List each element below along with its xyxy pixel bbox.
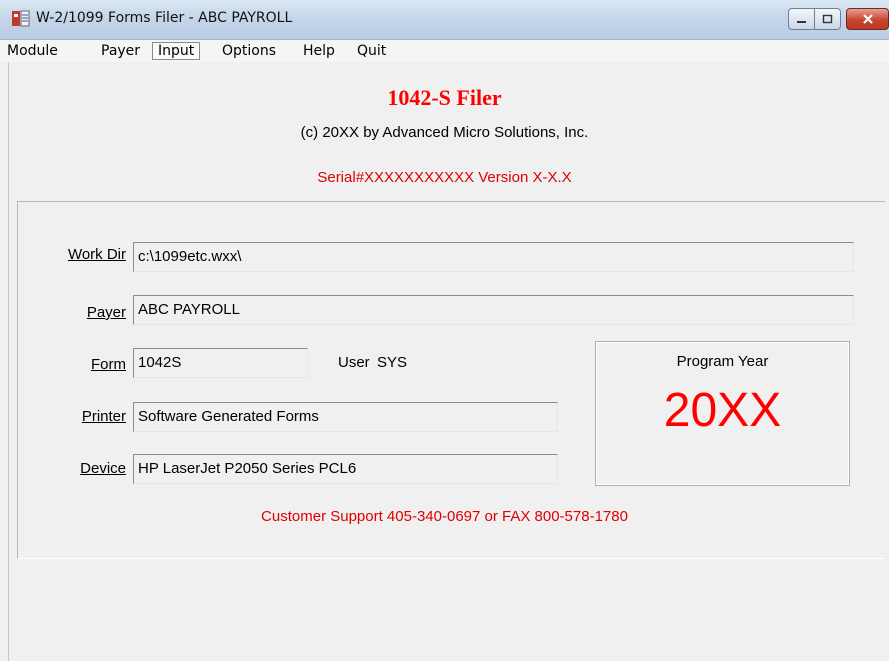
menu-module[interactable]: Module <box>2 42 63 60</box>
copyright-text: (c) 20XX by Advanced Micro Solutions, In… <box>300 124 589 141</box>
form-field[interactable]: 1042S <box>133 348 308 378</box>
program-year-value: 20XX <box>663 384 782 437</box>
menu-quit[interactable]: Quit <box>352 42 391 60</box>
device-label[interactable]: Device <box>46 460 126 477</box>
maximize-button[interactable] <box>814 8 841 30</box>
maximize-icon <box>822 14 833 23</box>
user-value: SYS <box>377 354 408 371</box>
menu-payer[interactable]: Payer <box>96 42 145 60</box>
program-year-label: Program Year <box>676 353 769 370</box>
close-icon <box>862 14 873 24</box>
menu-help[interactable]: Help <box>298 42 340 60</box>
minimize-button[interactable] <box>788 8 815 30</box>
menu-options[interactable]: Options <box>217 42 281 60</box>
serial-version-text: Serial#XXXXXXXXXXX Version X-X.X <box>317 169 572 186</box>
form-label[interactable]: Form <box>46 356 126 373</box>
payer-label[interactable]: Payer <box>46 304 126 321</box>
title-bar[interactable]: W-2/1099 Forms Filer - ABC PAYROLL <box>0 0 889 40</box>
customer-support-text: Customer Support 405-340-0697 or FAX 800… <box>261 508 628 525</box>
printer-label[interactable]: Printer <box>46 408 126 425</box>
program-year-box: Program Year 20XX <box>595 341 850 486</box>
user-label: User <box>338 354 370 371</box>
work-dir-field[interactable]: c:\1099etc.wxx\ <box>133 242 854 272</box>
app-icon[interactable] <box>12 10 30 28</box>
menu-bar: Module Payer Input Options Help Quit <box>0 40 889 62</box>
app-title: 1042-S Filer <box>387 85 502 110</box>
minimize-icon <box>797 20 806 23</box>
work-dir-label[interactable]: Work Dir <box>46 246 126 263</box>
window-title: W-2/1099 Forms Filer - ABC PAYROLL <box>36 10 293 26</box>
menu-input[interactable]: Input <box>152 42 201 60</box>
device-field[interactable]: HP LaserJet P2050 Series PCL6 <box>133 454 558 484</box>
close-button[interactable] <box>846 8 889 30</box>
window-border <box>8 62 9 661</box>
payer-field[interactable]: ABC PAYROLL <box>133 295 854 325</box>
printer-field[interactable]: Software Generated Forms <box>133 402 558 432</box>
